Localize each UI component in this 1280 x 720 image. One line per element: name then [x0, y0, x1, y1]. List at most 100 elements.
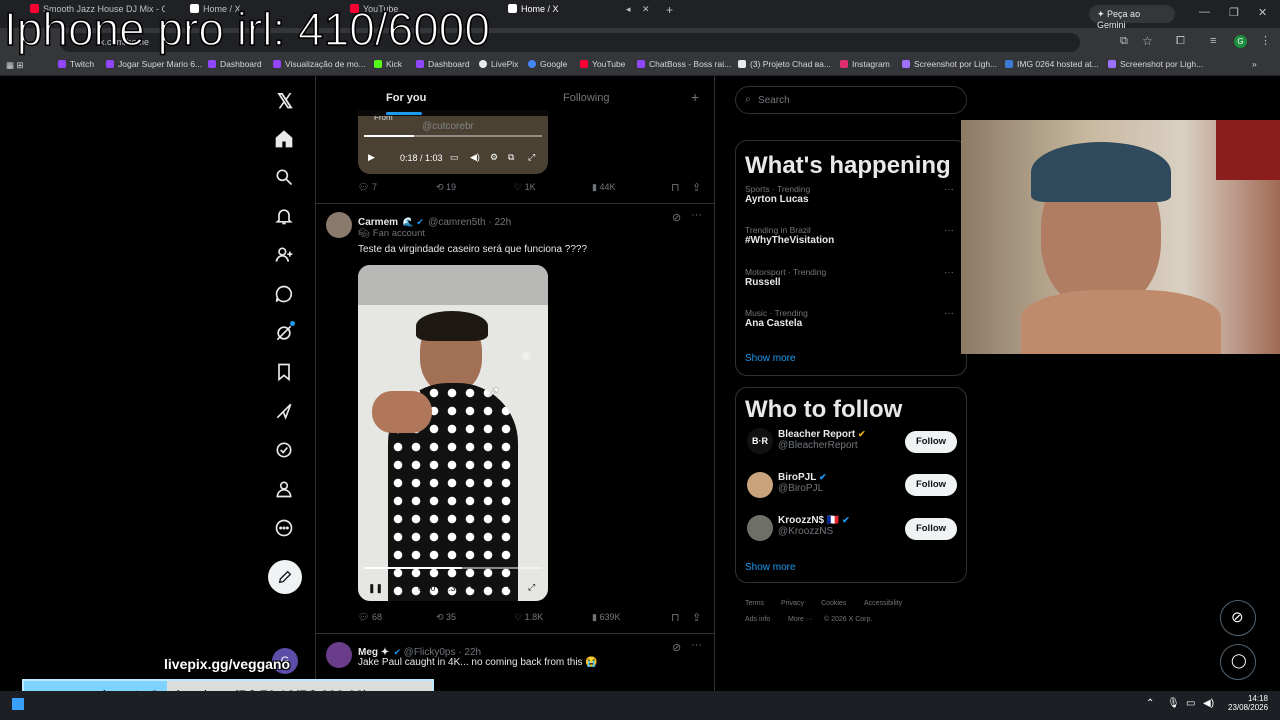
video-progress-bar[interactable] [364, 567, 542, 569]
views-button[interactable]: ▮ 44K [592, 182, 615, 193]
bookmarks-icon[interactable] [274, 362, 296, 384]
bookmark-item[interactable]: Visualização de mo... [273, 59, 366, 73]
gemini-button[interactable]: ✦ Peça ao Gemini [1089, 5, 1175, 30]
follow-suggestion[interactable]: Bleacher Report ✔ @BleacherReport [778, 429, 866, 451]
author-name[interactable]: Carmem [358, 217, 398, 228]
verified-icon[interactable] [274, 440, 296, 462]
bookmark-item[interactable]: Kick [374, 59, 402, 73]
share-icon[interactable]: ⇪ [692, 611, 701, 624]
like-button[interactable]: ♡ 1.8K [514, 612, 543, 623]
fullscreen-icon[interactable]: ⤢ [528, 582, 535, 593]
profile-avatar[interactable]: G [1234, 35, 1247, 48]
share-icon[interactable]: ⇪ [692, 181, 701, 194]
close-tab-icon[interactable]: ✕ [642, 4, 652, 24]
bookmark-item[interactable]: Jogar Super Mario 6... [106, 59, 202, 73]
post-menu-icon[interactable]: ··· [691, 639, 702, 651]
x-logo-icon[interactable]: 𝕏 [274, 89, 296, 113]
bookmark-star-icon[interactable]: ☆ [1142, 34, 1153, 48]
repost-button[interactable]: ⟲ 35 [436, 612, 456, 623]
fullscreen-icon[interactable]: ⤢ [528, 152, 535, 163]
footer-link[interactable]: Accessibility [864, 600, 902, 607]
grok-icon[interactable]: ⊘ [672, 641, 681, 654]
profile-icon[interactable] [274, 479, 296, 501]
search-input[interactable]: ⌕ Search [735, 86, 967, 114]
clock[interactable]: 14:18 23/08/2026 [1228, 694, 1268, 712]
speaker-icon[interactable]: ◂ [626, 4, 636, 24]
cast-icon[interactable]: ⧉ [1120, 35, 1128, 48]
apps-icon[interactable]: ▦ ⊞ [6, 60, 24, 74]
volume-icon[interactable]: ◀) [470, 582, 480, 593]
avatar[interactable] [326, 642, 352, 668]
maximize-icon[interactable]: ❐ [1229, 6, 1239, 19]
tab-for-you[interactable]: For you [386, 92, 426, 104]
bookmark-item[interactable]: Dashboard [208, 59, 262, 73]
more-icon[interactable]: ··· [944, 267, 954, 278]
settings-icon[interactable]: ⚙ [490, 152, 498, 163]
microphone-icon[interactable]: 🎙︎ [1167, 698, 1180, 709]
tab-following[interactable]: Following [563, 92, 609, 104]
search-icon[interactable] [274, 167, 296, 189]
volume-icon[interactable]: ◀) [1203, 698, 1214, 709]
add-tab-icon[interactable]: + [691, 89, 699, 105]
messages-icon[interactable] [274, 284, 296, 306]
views-button[interactable]: ▮ 639K [592, 612, 620, 623]
grok-fab-button[interactable]: ⊘ [1220, 600, 1256, 636]
compose-post-button[interactable] [268, 560, 302, 594]
more-icon[interactable]: ··· [944, 308, 954, 319]
trend-item[interactable]: Trending in Brazil #WhyTheVisitation [745, 225, 834, 246]
bookmark-item[interactable]: Dashboard [416, 59, 470, 73]
avatar[interactable]: B·R [747, 428, 773, 454]
follow-suggestion[interactable]: KroozzN$ 🇫🇷 ✔ @KroozzNS [778, 515, 850, 537]
bookmark-item[interactable]: Instagram [840, 59, 890, 73]
footer-link[interactable]: Privacy [781, 600, 804, 607]
author-handle[interactable]: @camren5th · 22h [428, 217, 511, 228]
new-tab-button[interactable]: + [666, 3, 678, 23]
more-icon[interactable]: ··· [944, 184, 954, 195]
pause-icon[interactable]: ❚❚ [368, 583, 383, 594]
show-more-link[interactable]: Show more [745, 353, 796, 364]
menu-icon[interactable]: ⋮ [1260, 34, 1271, 47]
close-window-icon[interactable]: ✕ [1258, 6, 1267, 19]
post-menu-icon[interactable]: ··· [691, 209, 702, 221]
bookmark-item[interactable]: LivePix [479, 59, 518, 73]
popout-icon[interactable]: ⧉ [508, 582, 514, 593]
popout-icon[interactable]: ⧉ [508, 152, 514, 163]
grok-icon[interactable]: ⊘ [672, 211, 681, 224]
play-icon[interactable]: ▶ [368, 152, 375, 163]
settings-icon[interactable]: ⚙ [490, 582, 498, 593]
grok-icon[interactable] [274, 321, 296, 345]
repost-button[interactable]: ⟲ 19 [436, 182, 456, 193]
more-icon[interactable]: ··· [944, 225, 954, 236]
minimize-icon[interactable]: — [1199, 6, 1210, 18]
like-button[interactable]: ♡ 1K [514, 182, 536, 193]
bookmark-item[interactable]: YouTube [580, 59, 625, 73]
chevron-up-icon[interactable]: ⌃ [1146, 698, 1154, 709]
follow-button[interactable]: Follow [905, 474, 957, 496]
reply-button[interactable]: 💬︎ 7 [358, 182, 377, 193]
avatar[interactable] [747, 472, 773, 498]
footer-link[interactable]: Terms [745, 600, 764, 607]
bookmark-item[interactable]: IMG 0264 hosted at... [1005, 59, 1099, 73]
bookmark-item[interactable]: Screenshot por Ligh... [1108, 59, 1203, 73]
bookmark-item[interactable]: Screenshot por Ligh... [902, 59, 997, 73]
reply-button[interactable]: 💬︎ 68 [358, 612, 382, 623]
avatar[interactable] [326, 212, 352, 238]
bookmark-item[interactable]: Twitch [58, 59, 94, 73]
volume-icon[interactable]: ◀) [470, 152, 480, 163]
more-bookmarks-icon[interactable]: » [1252, 59, 1257, 73]
trend-item[interactable]: Sports · Trending Ayrton Lucas [745, 184, 810, 205]
extensions-icon[interactable]: ⧠ [1176, 35, 1185, 48]
network-icon[interactable]: ▭ [1186, 698, 1195, 709]
follow-button[interactable]: Follow [905, 431, 957, 453]
media-icon[interactable]: ≡ [1210, 35, 1216, 47]
home-icon[interactable] [274, 129, 296, 151]
bookmark-icon[interactable]: ⊓ [671, 611, 680, 624]
bookmark-item[interactable]: ChatBoss - Boss rai... [637, 59, 731, 73]
post-video[interactable]: From @cutcorebr ▶ 0:18 / 1:03 ▭ ◀) ⚙ ⧉ ⤢ [358, 110, 548, 174]
avatar[interactable] [747, 515, 773, 541]
more-icon[interactable] [274, 518, 296, 540]
windows-start-icon[interactable] [12, 698, 24, 710]
follow-button[interactable]: Follow [905, 518, 957, 540]
jobs-icon[interactable] [274, 401, 296, 423]
show-more-link[interactable]: Show more [745, 562, 796, 573]
